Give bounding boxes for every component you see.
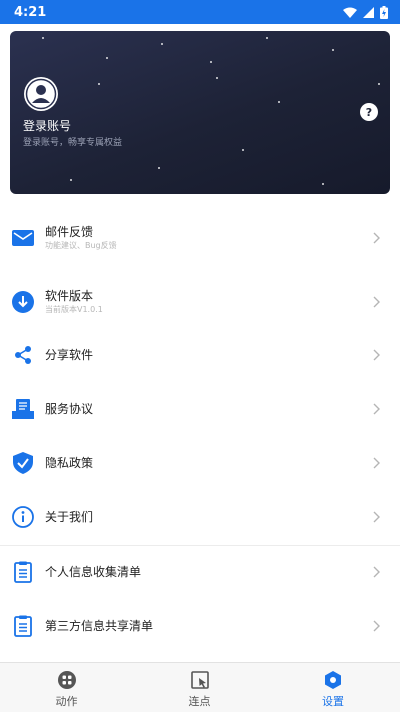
menu-label: 服务协议 (45, 402, 94, 416)
star-decoration (322, 183, 324, 185)
star-decoration (210, 61, 212, 63)
chevron-right-icon (373, 296, 380, 308)
shield-check-icon (12, 452, 34, 474)
star-decoration (332, 49, 334, 51)
menu-text: 分享软件 (45, 347, 93, 363)
menu-item-personal-info-list[interactable]: 个人信息收集清单 (0, 545, 400, 599)
star-decoration (106, 57, 108, 59)
status-time: 4:21 (14, 4, 47, 20)
menu-text: 软件版本 当前版本V1.0.1 (45, 288, 103, 316)
menu-item-third-party-sharing-list[interactable]: 第三方信息共享清单 (0, 599, 400, 653)
menu-sublabel: 当前版本V1.0.1 (45, 305, 103, 314)
info-icon (12, 506, 34, 528)
chevron-right-icon (373, 566, 380, 578)
menu-item-about-us[interactable]: 关于我们 (0, 490, 400, 544)
clipboard-list-icon (12, 561, 34, 583)
star-decoration (216, 77, 218, 79)
tab-settings[interactable]: 设置 (266, 663, 400, 712)
chevron-right-icon (373, 457, 380, 469)
menu-label: 第三方信息共享清单 (45, 619, 154, 633)
menu-text: 关于我们 (45, 509, 93, 525)
login-title[interactable]: 登录账号 (23, 117, 71, 134)
download-icon (12, 291, 34, 313)
menu-label: 邮件反馈 (45, 225, 94, 239)
bottom-nav: 动作 连点 设置 (0, 662, 400, 712)
menu-label: 分享软件 (45, 348, 94, 362)
menu-text: 服务协议 (45, 401, 93, 417)
star-decoration (278, 101, 280, 103)
star-decoration (70, 179, 72, 181)
settings-hexagon-icon (325, 671, 341, 689)
chevron-right-icon (373, 620, 380, 632)
avatar-icon[interactable] (23, 76, 59, 112)
star-decoration (158, 167, 160, 169)
menu-item-service-agreement[interactable]: 服务协议 (0, 382, 400, 436)
menu-item-share[interactable]: 分享软件 (0, 328, 400, 382)
star-decoration (242, 149, 244, 151)
menu-item-privacy-policy[interactable]: 隐私政策 (0, 436, 400, 490)
tab-label: 动作 (55, 695, 78, 708)
menu-item-software-version[interactable]: 软件版本 当前版本V1.0.1 (0, 275, 400, 329)
menu-text: 隐私政策 (45, 455, 93, 471)
menu-text: 个人信息收集清单 (45, 564, 141, 580)
clipboard-list-icon (12, 615, 34, 637)
share-icon (12, 344, 34, 366)
star-decoration (98, 83, 100, 85)
star-decoration (266, 37, 268, 39)
help-icon[interactable]: ? (360, 103, 378, 121)
tab-label: 连点 (188, 695, 211, 708)
menu-text: 第三方信息共享清单 (45, 618, 153, 634)
chevron-right-icon (373, 403, 380, 415)
login-subtitle: 登录账号，畅享专属权益 (23, 138, 123, 148)
agreement-icon (12, 398, 34, 420)
star-decoration (161, 43, 163, 45)
star-decoration (378, 83, 380, 85)
menu-sublabel: 功能建议、Bug反馈 (45, 241, 117, 250)
mail-icon (12, 227, 34, 249)
tab-actions[interactable]: 动作 (0, 663, 133, 712)
menu-label: 关于我们 (45, 510, 94, 524)
star-decoration (42, 37, 44, 39)
menu-label: 隐私政策 (45, 456, 94, 470)
chevron-right-icon (373, 511, 380, 523)
menu-label: 软件版本 (45, 289, 94, 303)
status-bar: 4:21 (0, 0, 400, 24)
menu-item-email-feedback[interactable]: 邮件反馈 功能建议、Bug反馈 (0, 211, 400, 265)
wifi-icon (343, 7, 357, 18)
signal-icon (363, 6, 374, 18)
grid-icon (57, 671, 76, 689)
menu-label: 个人信息收集清单 (45, 565, 142, 579)
chevron-right-icon (373, 349, 380, 361)
status-icons (343, 5, 388, 19)
cursor-icon (190, 671, 209, 689)
chevron-right-icon (373, 232, 380, 244)
profile-card[interactable]: 登录账号 登录账号，畅享专属权益 ? (10, 31, 390, 194)
battery-icon (380, 5, 388, 19)
tab-label: 设置 (322, 695, 344, 708)
tab-autoclick[interactable]: 连点 (133, 663, 266, 712)
menu-text: 邮件反馈 功能建议、Bug反馈 (45, 224, 117, 252)
